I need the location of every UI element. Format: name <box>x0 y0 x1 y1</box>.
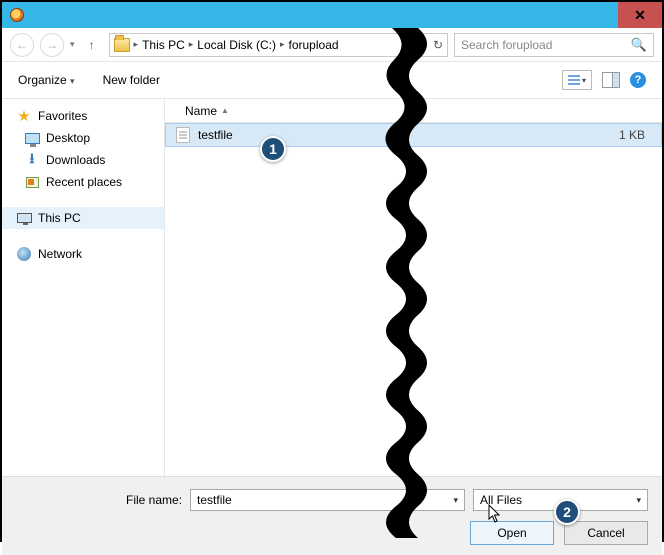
sidebar-favorites[interactable]: ★ Favorites <box>2 105 164 127</box>
chevron-down-icon: ▾ <box>453 495 458 506</box>
refresh-icon[interactable]: ↻ <box>433 38 443 52</box>
sidebar-item-label: Favorites <box>38 109 87 123</box>
sidebar-item-label: Network <box>38 247 82 261</box>
nav-row: ← → ▾ ↑ ▸ This PC ▸ Local Disk (C:) ▸ fo… <box>2 28 662 62</box>
firefox-icon <box>10 8 24 22</box>
downloads-icon: ⭳ <box>24 152 40 168</box>
up-button[interactable]: ↑ <box>81 34 103 56</box>
open-button[interactable]: Open <box>470 521 554 545</box>
desktop-icon <box>25 133 40 144</box>
sidebar-item-downloads[interactable]: ⭳ Downloads <box>2 149 164 171</box>
main-area: ★ Favorites Desktop ⭳ Downloads Recent p… <box>2 98 662 476</box>
help-button[interactable]: ? <box>630 72 646 88</box>
recent-places-icon <box>26 177 39 188</box>
breadcrumb-this-pc[interactable]: This PC <box>142 38 185 52</box>
close-button[interactable]: ✕ <box>618 2 662 28</box>
sidebar-item-desktop[interactable]: Desktop <box>2 127 164 149</box>
arrow-left-icon: ← <box>16 38 28 52</box>
sidebar-item-recent-places[interactable]: Recent places <box>2 171 164 193</box>
titlebar: ✕ <box>2 2 662 28</box>
forward-button[interactable]: → <box>40 33 64 57</box>
annotation-badge-1: 1 <box>260 136 286 162</box>
column-headers[interactable]: ▲ <box>165 99 662 123</box>
arrow-right-icon: → <box>46 38 58 52</box>
back-button[interactable]: ← <box>10 33 34 57</box>
cancel-button[interactable]: Cancel <box>564 521 648 545</box>
file-size: 1 KB <box>581 128 661 142</box>
file-row[interactable]: testfile 1 KB <box>165 123 662 147</box>
sidebar: ★ Favorites Desktop ⭳ Downloads Recent p… <box>2 99 164 476</box>
address-bar[interactable]: ▸ This PC ▸ Local Disk (C:) ▸ forupload … <box>109 33 448 57</box>
recent-locations-chevron[interactable]: ▾ <box>70 39 75 50</box>
new-folder-button[interactable]: New folder <box>103 73 160 87</box>
sidebar-item-label: Downloads <box>46 153 105 167</box>
close-icon: ✕ <box>634 7 646 24</box>
sidebar-network[interactable]: Network <box>2 243 164 265</box>
file-icon <box>176 127 190 143</box>
sidebar-item-label: Desktop <box>46 131 90 145</box>
chevron-down-icon: ▾ <box>70 76 75 86</box>
breadcrumb-local-disk[interactable]: Local Disk (C:) <box>197 38 276 52</box>
preview-pane-button[interactable] <box>602 72 620 88</box>
file-list: ▲ Name testfile 1 KB <box>164 99 662 476</box>
search-input[interactable]: Search forupload 🔍 <box>454 33 654 57</box>
chevron-right-icon: ▸ <box>280 39 285 50</box>
chevron-down-icon: ▾ <box>636 495 641 506</box>
chevron-right-icon: ▸ <box>134 39 139 50</box>
breadcrumb-forupload[interactable]: forupload <box>289 38 339 52</box>
cursor-icon <box>488 504 502 524</box>
file-name: testfile <box>198 128 581 142</box>
arrow-up-icon: ↑ <box>89 38 95 52</box>
file-name-label: File name: <box>126 493 182 507</box>
search-placeholder: Search forupload <box>461 38 552 52</box>
chevron-down-icon: ▾ <box>582 76 586 85</box>
star-icon: ★ <box>16 108 32 124</box>
sidebar-item-label: This PC <box>38 211 81 225</box>
sort-ascending-icon: ▲ <box>221 106 229 115</box>
sidebar-item-label: Recent places <box>46 175 122 189</box>
file-name-input[interactable]: testfile ▾ <box>190 489 465 511</box>
view-options-button[interactable]: ▾ <box>562 70 592 90</box>
file-name-value: testfile <box>197 493 232 507</box>
network-icon <box>17 247 31 261</box>
chevron-right-icon: ▸ <box>189 39 194 50</box>
folder-icon <box>114 38 130 52</box>
annotation-badge-2: 2 <box>554 499 580 525</box>
pc-icon <box>17 213 32 223</box>
toolbar: Organize ▾ New folder ▾ ? <box>2 62 662 98</box>
sidebar-this-pc[interactable]: This PC <box>2 207 164 229</box>
search-icon: 🔍 <box>631 37 647 53</box>
organize-menu[interactable]: Organize ▾ <box>18 73 75 87</box>
